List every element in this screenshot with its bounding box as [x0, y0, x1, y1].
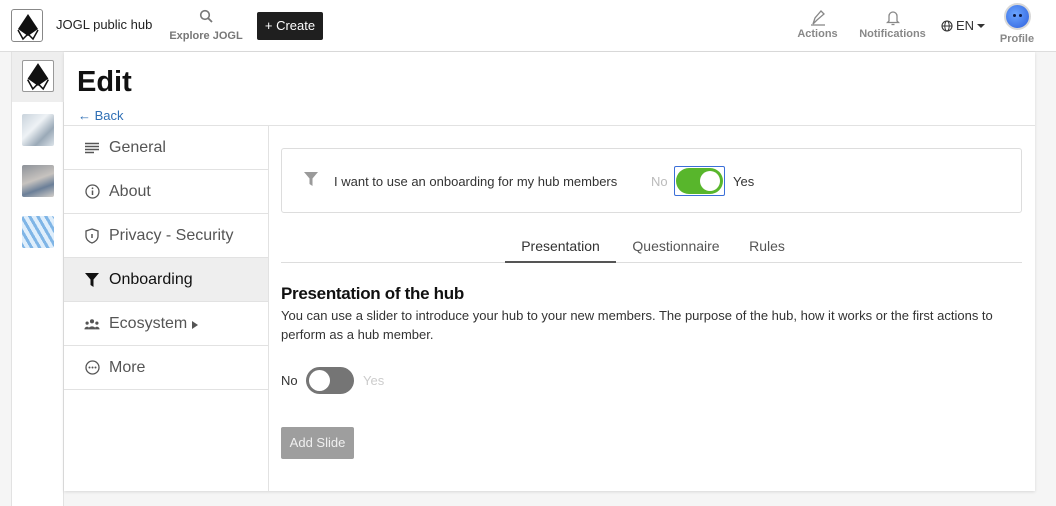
page-title: Edit: [77, 66, 132, 98]
tab-rules[interactable]: Rules: [738, 238, 796, 263]
nav-item-about[interactable]: About: [64, 170, 268, 214]
nav-item-privacy-security[interactable]: Privacy - Security: [64, 214, 268, 258]
slider-switch[interactable]: [306, 367, 354, 394]
more-icon: [84, 360, 100, 376]
nav-item-ecosystem[interactable]: Ecosystem: [64, 302, 268, 346]
language-selector[interactable]: EN: [941, 18, 986, 33]
filter-icon: [84, 272, 100, 288]
explore-button[interactable]: Explore JOGL: [168, 9, 244, 42]
lines-icon: [84, 140, 100, 156]
bell-icon: [885, 11, 900, 26]
jogl-logo-icon: [17, 14, 39, 41]
nav-item-label: Privacy - Security: [109, 226, 234, 244]
info-icon: [84, 184, 100, 200]
globe-icon: [941, 19, 953, 32]
nav-item-label: Onboarding: [109, 270, 193, 288]
onboarding-toggle-card: I want to use an onboarding for my hub m…: [281, 148, 1022, 213]
search-icon: [199, 9, 213, 23]
caret-down-icon: [977, 23, 986, 28]
explore-label: Explore JOGL: [169, 30, 243, 42]
spaces-rail: [11, 52, 64, 506]
nav-item-more[interactable]: More: [64, 346, 268, 390]
language-label: EN: [956, 18, 975, 33]
add-slide-button[interactable]: Add Slide: [281, 427, 354, 459]
avatar: [1003, 3, 1031, 30]
jogl-logo[interactable]: [11, 9, 43, 42]
filter-icon: [304, 172, 318, 186]
nav-item-general[interactable]: General: [64, 126, 268, 170]
slider-no-label: No: [281, 373, 298, 388]
settings-nav: General About Privacy - Security Onboard…: [64, 126, 269, 491]
section-title: Presentation of the hub: [281, 284, 464, 303]
actions-label: Actions: [797, 28, 838, 40]
nav-item-label: About: [109, 182, 151, 200]
switch-knob: [700, 171, 720, 191]
onboarding-yes-label: Yes: [733, 174, 755, 189]
create-button[interactable]: + Create: [257, 12, 323, 40]
people-icon: [84, 316, 100, 332]
rail-item-space-2[interactable]: [22, 165, 54, 197]
onboarding-switch[interactable]: [674, 166, 725, 196]
switch-knob: [309, 370, 330, 391]
notifications-label: Notifications: [859, 28, 926, 40]
rail-item-space-3[interactable]: [22, 216, 54, 248]
top-bar: JOGL public hub Explore JOGL + Create Ac…: [0, 0, 1056, 52]
caret-right-icon: [192, 321, 199, 329]
onboarding-content: I want to use an onboarding for my hub m…: [269, 126, 1035, 491]
onboarding-switch-track: [676, 168, 723, 194]
back-link[interactable]: ← Back: [78, 108, 124, 123]
onboarding-no-label: No: [651, 174, 668, 189]
rocket-icon: [810, 10, 825, 26]
actions-button[interactable]: Actions: [795, 6, 840, 40]
onboarding-question: I want to use an onboarding for my hub m…: [334, 174, 618, 189]
tab-questionnaire[interactable]: Questionnaire: [621, 238, 731, 263]
nav-item-label: General: [109, 138, 166, 156]
nav-item-label: More: [109, 358, 146, 376]
section-description: You can use a slider to introduce your h…: [281, 308, 993, 342]
nav-item-onboarding[interactable]: Onboarding: [64, 258, 268, 302]
hub-name[interactable]: JOGL public hub: [56, 17, 152, 32]
profile-label: Profile: [999, 33, 1035, 45]
onboarding-tabs: Presentation Questionnaire Rules: [281, 238, 1022, 263]
slider-yes-label: Yes: [363, 373, 385, 388]
rail-item-space-1[interactable]: [22, 114, 54, 146]
profile-button[interactable]: Profile: [996, 3, 1038, 45]
nav-item-label: Ecosystem: [109, 314, 188, 332]
edit-panel: Edit ← Back General About Privacy - Secu…: [64, 52, 1035, 491]
shield-icon: [84, 227, 100, 244]
jogl-logo-icon: [26, 63, 50, 91]
rail-item-jogl-hub[interactable]: [22, 60, 54, 92]
notifications-button[interactable]: Notifications: [856, 6, 929, 40]
tab-presentation[interactable]: Presentation: [505, 238, 616, 263]
